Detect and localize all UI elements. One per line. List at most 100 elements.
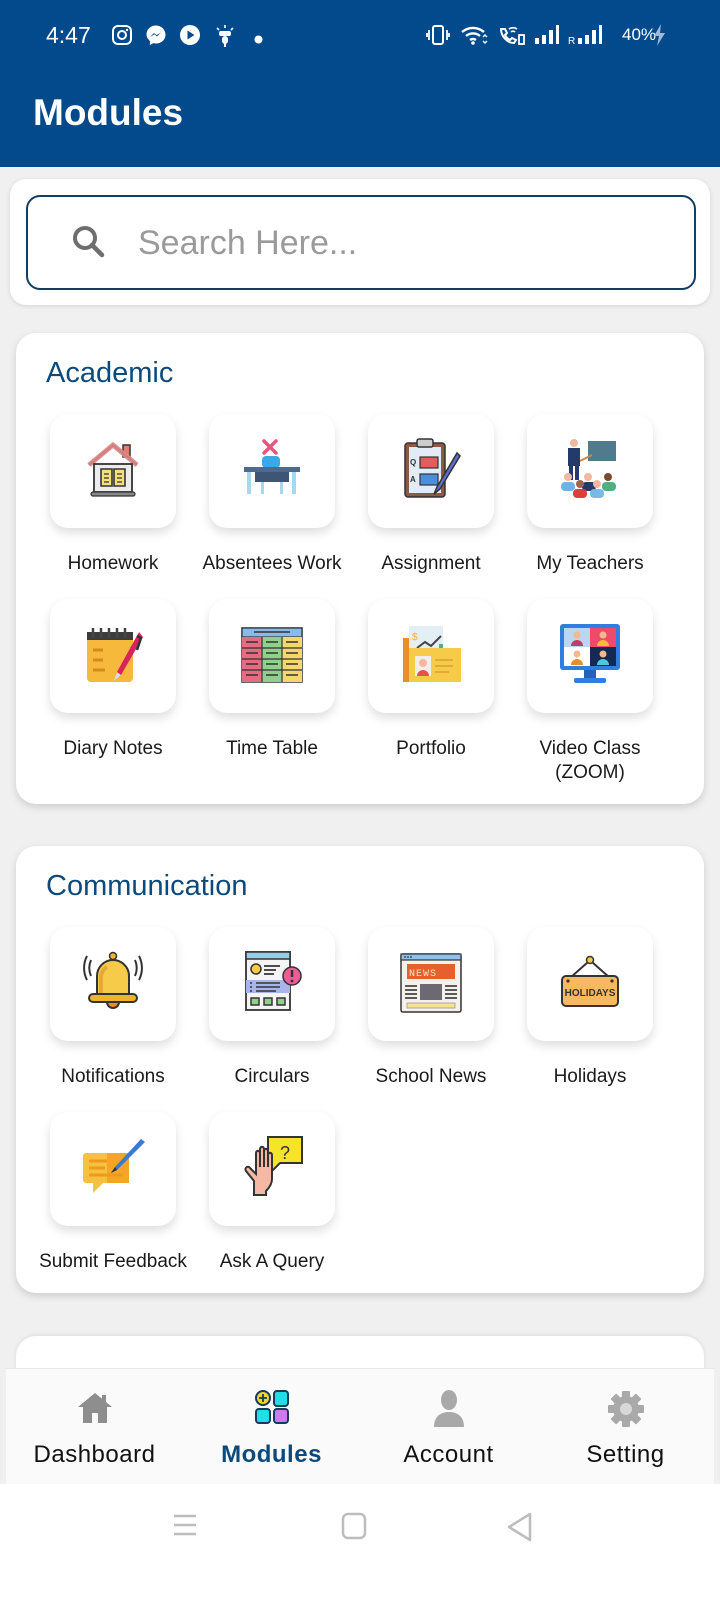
module-label: Holidays [553, 1066, 627, 1087]
play-icon [179, 24, 201, 51]
messenger-icon [145, 24, 167, 51]
module-label: Video Class (ZOOM) [509, 737, 671, 785]
module-tile[interactable] [209, 599, 335, 713]
module-tile[interactable] [527, 414, 653, 528]
module-tile[interactable]: ? [209, 1112, 335, 1226]
search-input[interactable] [138, 219, 658, 267]
vibrate-icon [426, 24, 450, 51]
home-button[interactable] [341, 1512, 367, 1545]
module-diary-notes[interactable]: Diary Notes [32, 599, 194, 761]
module-my-teachers[interactable]: My Teachers [509, 414, 671, 576]
module-tile[interactable]: HOLIDAYS [527, 927, 653, 1041]
search-box[interactable] [26, 195, 696, 290]
signal-roaming-icon: R [568, 24, 606, 51]
system-navigation-bar [0, 1484, 720, 1600]
nav-dashboard[interactable]: Dashboard [6, 1369, 183, 1485]
teacher-class-icon [558, 437, 622, 506]
nav-label: Dashboard [33, 1441, 156, 1468]
svg-text:?: ? [280, 1143, 290, 1163]
svg-text:NEWS: NEWS [409, 969, 437, 980]
newspaper-icon: NEWS [399, 950, 463, 1019]
module-ask-a-query[interactable]: ? Ask A Query [191, 1112, 353, 1274]
feedback-pen-icon [81, 1135, 145, 1204]
module-homework[interactable]: Homework [32, 414, 194, 576]
academic-section: Academic Homework Absentees Work QA Assi… [16, 333, 704, 804]
module-label: My Teachers [536, 553, 644, 574]
gear-icon [606, 1389, 646, 1434]
user-icon [432, 1389, 466, 1434]
dot-icon [254, 31, 263, 49]
module-label: Ask A Query [219, 1251, 325, 1272]
raised-hand-question-icon: ? [240, 1135, 304, 1204]
module-video-class[interactable]: Video Class (ZOOM) [509, 599, 671, 785]
module-tile[interactable]: $ [368, 599, 494, 713]
notepad-pen-icon [81, 622, 145, 691]
bottom-navigation: Dashboard Modules Account Setting [6, 1368, 714, 1484]
module-label: Absentees Work [202, 553, 342, 574]
module-tile[interactable]: QA [368, 414, 494, 528]
module-tile[interactable] [50, 599, 176, 713]
scooter-app-icon [215, 24, 235, 53]
nav-label: Account [403, 1441, 494, 1468]
search-card [10, 179, 710, 305]
status-time: 4:47 [46, 22, 91, 48]
back-button[interactable] [506, 1512, 534, 1547]
section-title-communication: Communication [46, 870, 248, 902]
wifi-calling-icon [498, 24, 526, 51]
holidays-sign-text: HOLIDAYS [565, 988, 616, 999]
clipboard-qa-icon: QA [399, 437, 463, 506]
signal-icon [534, 24, 560, 51]
nav-setting[interactable]: Setting [537, 1369, 714, 1485]
module-label: Homework [67, 553, 159, 574]
app-header: 4:47 R 40% Modules [0, 0, 720, 167]
module-absentees-work[interactable]: Absentees Work [191, 414, 353, 576]
status-bar: 4:47 R 40% [0, 18, 720, 54]
module-tile[interactable] [50, 414, 176, 528]
section-title-academic: Academic [46, 357, 174, 389]
svg-text:A: A [410, 475, 416, 484]
module-tile[interactable] [527, 599, 653, 713]
module-label: Time Table [226, 738, 318, 759]
module-label: Assignment [381, 553, 481, 574]
module-tile[interactable]: NEWS [368, 927, 494, 1041]
module-school-news[interactable]: NEWS School News [350, 927, 512, 1089]
communication-section: Communication Notifications Circulars NE… [16, 846, 704, 1293]
module-label-line1: Video Class [539, 738, 641, 759]
module-notifications[interactable]: Notifications [32, 927, 194, 1089]
charging-icon [652, 23, 666, 52]
module-label: Diary Notes [63, 738, 163, 759]
nav-account[interactable]: Account [360, 1369, 537, 1485]
svg-text:R: R [568, 36, 575, 46]
circular-alert-icon [240, 950, 304, 1019]
module-label: Notifications [61, 1066, 165, 1087]
nav-modules[interactable]: Modules [183, 1369, 360, 1485]
module-label-line2: (ZOOM) [555, 762, 625, 783]
video-conference-icon [558, 622, 622, 691]
timetable-icon [240, 622, 304, 691]
svg-text:Q: Q [410, 458, 416, 467]
module-label: Submit Feedback [39, 1251, 187, 1272]
empty-desk-icon [240, 437, 304, 506]
recents-menu-button[interactable] [172, 1512, 198, 1543]
module-tile[interactable] [50, 1112, 176, 1226]
module-label: Circulars [234, 1066, 310, 1087]
wifi-icon [460, 24, 488, 51]
nav-label: Setting [586, 1441, 665, 1468]
nav-label: Modules [221, 1441, 322, 1468]
module-tile[interactable] [209, 927, 335, 1041]
module-tile[interactable] [209, 414, 335, 528]
module-portfolio[interactable]: $ Portfolio [350, 599, 512, 761]
module-label: School News [375, 1066, 487, 1087]
module-holidays[interactable]: HOLIDAYS Holidays [509, 927, 671, 1089]
search-icon [70, 223, 108, 266]
module-time-table[interactable]: Time Table [191, 599, 353, 761]
svg-text:$: $ [412, 632, 418, 643]
modules-grid-icon [254, 1389, 290, 1430]
portfolio-folder-icon: $ [399, 622, 463, 691]
module-circulars[interactable]: Circulars [191, 927, 353, 1089]
module-assignment[interactable]: QA Assignment [350, 414, 512, 576]
house-book-icon [81, 437, 145, 506]
holidays-sign-icon: HOLIDAYS [558, 950, 622, 1019]
module-tile[interactable] [50, 927, 176, 1041]
module-submit-feedback[interactable]: Submit Feedback [32, 1112, 194, 1274]
